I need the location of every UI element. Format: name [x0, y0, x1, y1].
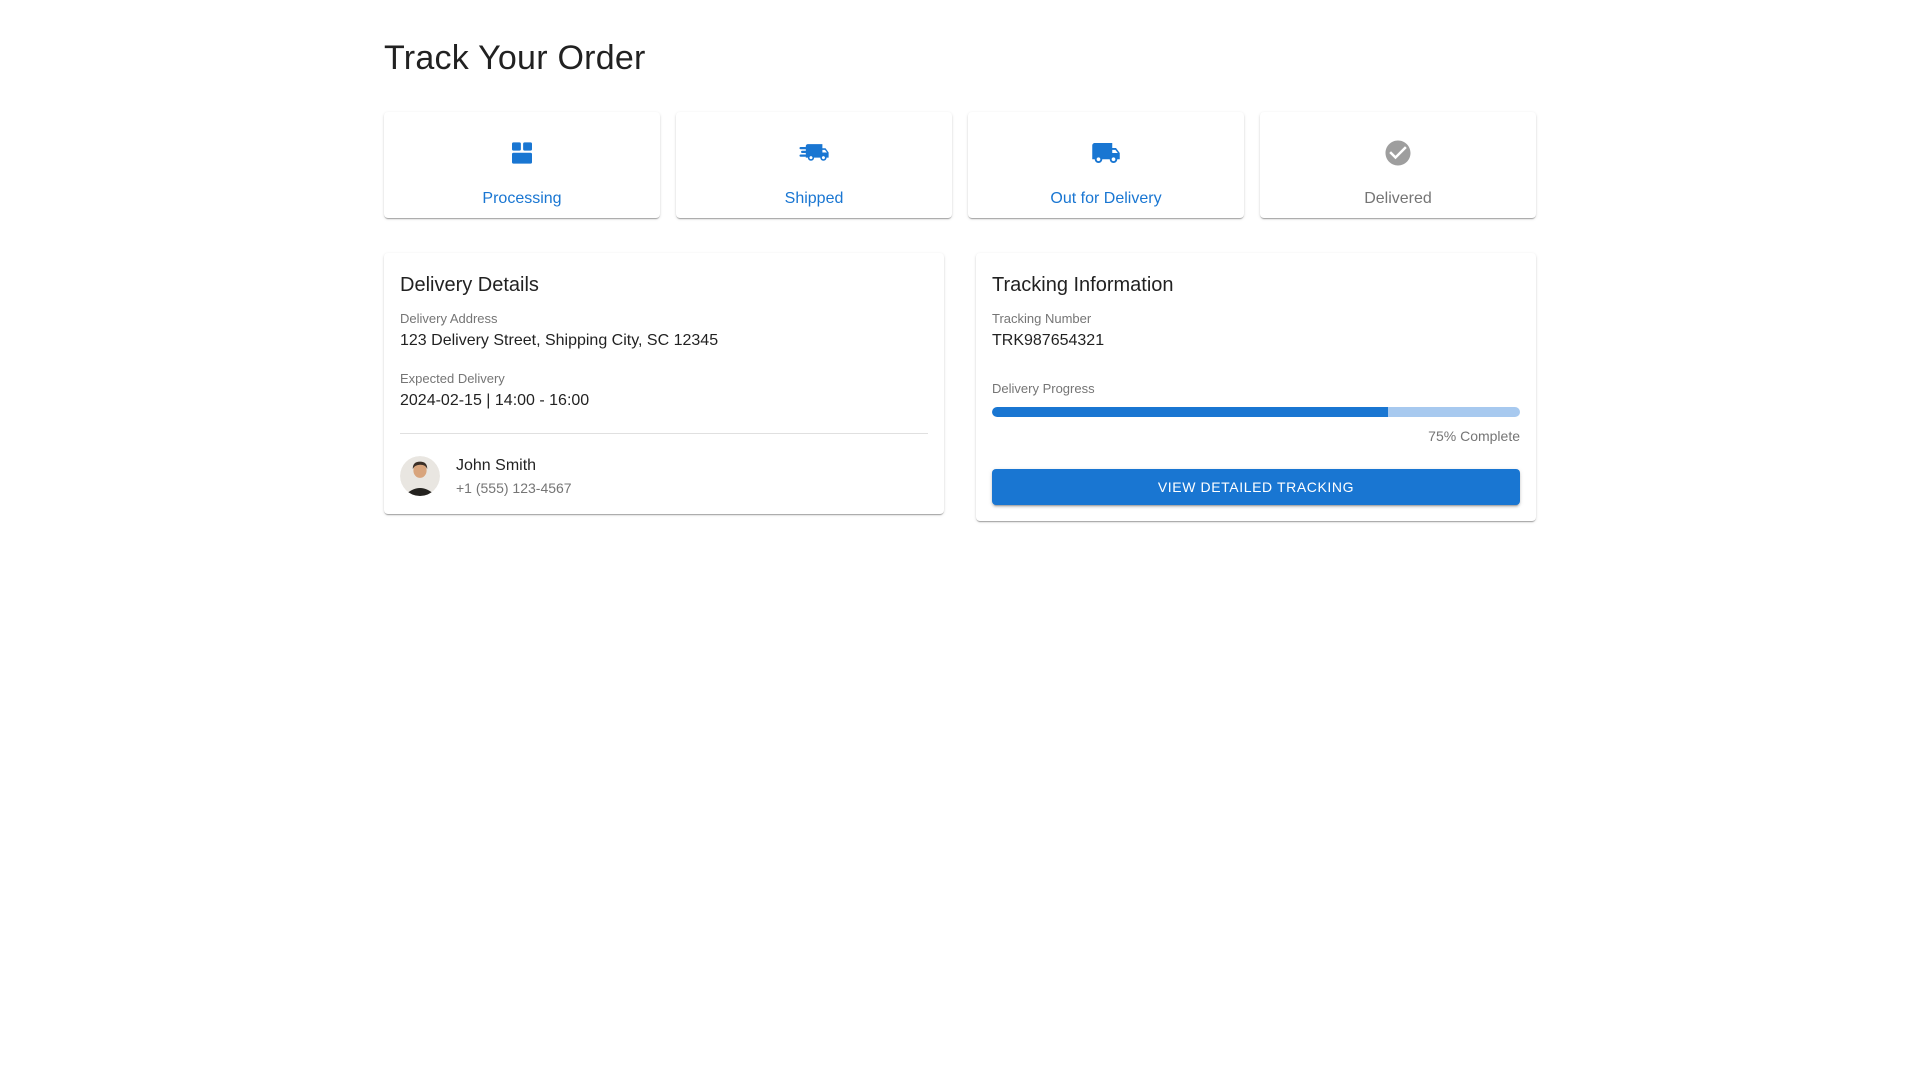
tracking-number-field: Tracking Number TRK987654321 [992, 309, 1520, 353]
expected-delivery-value: 2024-02-15 | 14:00 - 16:00 [400, 392, 590, 409]
delivery-progress-label: Delivery Progress [992, 381, 1095, 396]
package-icon [512, 142, 532, 164]
delivery-details-heading: Delivery Details [400, 274, 539, 296]
details-section: Delivery Details Delivery Address 123 De… [384, 253, 1536, 521]
progress-bar [992, 407, 1520, 417]
check-circle-icon [1385, 140, 1411, 166]
delivery-details-card: Delivery Details Delivery Address 123 De… [384, 253, 944, 514]
contact-phone: +1 (555) 123-4567 [456, 480, 572, 496]
contact-name: John Smith [456, 457, 537, 474]
delivery-address-label: Delivery Address [400, 311, 498, 326]
delivery-progress-section: Delivery Progress 75% Complete [992, 379, 1520, 446]
status-card-delivered: Delivered [1260, 112, 1536, 218]
contact-info: John Smith +1 (555) 123-4567 [456, 454, 572, 498]
delivery-address-field: Delivery Address 123 Delivery Street, Sh… [400, 309, 928, 353]
expected-delivery-label: Expected Delivery [400, 371, 505, 386]
status-card-shipped: Shipped [676, 112, 952, 218]
expected-delivery-field: Expected Delivery 2024-02-15 | 14:00 - 1… [400, 369, 928, 413]
progress-fill [992, 407, 1388, 417]
status-label: Shipped [784, 190, 844, 207]
divider [400, 433, 928, 434]
delivery-address-value: 123 Delivery Street, Shipping City, SC 1… [400, 332, 719, 349]
truck-icon [1092, 143, 1120, 163]
status-card-processing: Processing [384, 112, 660, 218]
avatar-photo [400, 456, 440, 496]
truck-fast-icon [799, 144, 829, 161]
contact-row: John Smith +1 (555) 123-4567 [400, 454, 928, 498]
status-card-out-for-delivery: Out for Delivery [968, 112, 1244, 218]
contact-avatar [400, 456, 440, 496]
status-label: Processing [482, 190, 562, 207]
status-label: Out for Delivery [1050, 190, 1162, 207]
tracking-number-label: Tracking Number [992, 311, 1092, 326]
order-tracking-page: Track Your Order Processing Shipped Out … [384, 0, 1536, 521]
status-label: Delivered [1364, 190, 1432, 207]
view-detailed-tracking-button[interactable]: VIEW DETAILED TRACKING [992, 469, 1520, 505]
progress-percent-text: 75% Complete [1428, 428, 1520, 444]
tracking-information-card: Tracking Information Tracking Number TRK… [976, 253, 1536, 521]
tracking-number-value: TRK987654321 [992, 332, 1105, 349]
tracking-information-heading: Tracking Information [992, 274, 1174, 296]
order-status-steps: Processing Shipped Out for Delivery Deli… [384, 112, 1536, 218]
page-title: Track Your Order [384, 39, 646, 77]
